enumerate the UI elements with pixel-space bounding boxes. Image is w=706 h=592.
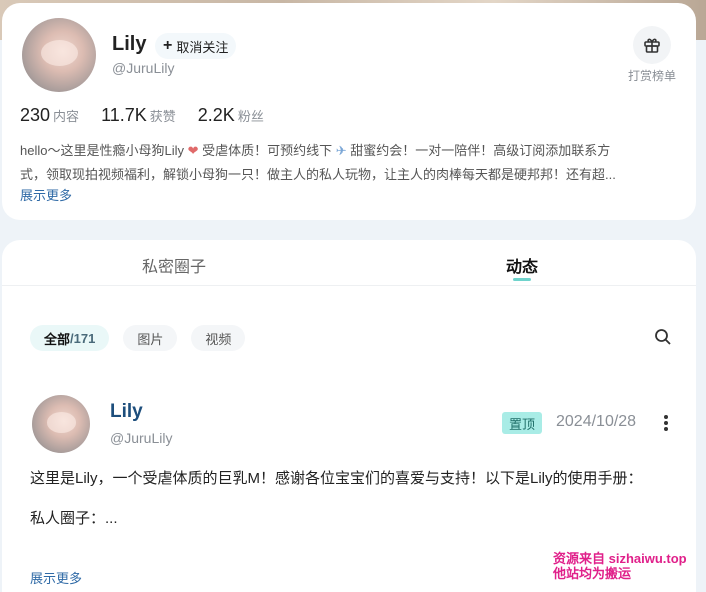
filter-images[interactable]: 图片: [123, 325, 178, 351]
filter-videos[interactable]: 视频: [191, 325, 246, 351]
post-avatar[interactable]: [32, 395, 90, 453]
stat-value: 2.2K: [197, 105, 235, 125]
profile-bio: hello～这里是性瘾小母狗Lily ❤ 受虐体质！可预约线下 ✈ 甜蜜约会！一…: [20, 139, 670, 187]
tab-bar: 私密圈子 动态: [2, 240, 696, 286]
show-more-link[interactable]: 展示更多: [20, 185, 72, 204]
active-tab-indicator: [513, 278, 531, 281]
stat-content[interactable]: 230 内容: [20, 105, 79, 126]
more-vertical-icon: [664, 415, 668, 431]
post-text: 私人圈子：...: [30, 510, 118, 527]
content-card: 私密圈子 动态 全部/171 图片 视频 Lily @JuruLily 置顶 2…: [2, 240, 696, 592]
watermark-line: 资源来自 sizhaiwu.top: [553, 551, 687, 566]
post-show-more-link[interactable]: 展示更多: [30, 568, 82, 587]
bio-line: 式，领取现拍视频福利，解锁小母狗一只！做主人的私人玩物，让主人的肉棒每天都是硬邦…: [20, 167, 616, 182]
profile-card: Lily + 取消关注 @JuruLily 打赏榜单 230 内容 11.7K …: [2, 3, 696, 220]
post-body: 这里是Lily，一个受虐体质的巨乳M！感谢各位宝宝们的喜爱与支持！以下是Lily…: [30, 468, 670, 530]
stat-followers[interactable]: 2.2K 粉丝: [198, 105, 264, 126]
profile-name: Lily: [112, 33, 147, 55]
airplane-icon: ✈: [332, 143, 351, 158]
stat-value: 230: [20, 105, 51, 125]
bio-line: hello～这里是性瘾小母狗Lily ❤ 受虐体质！可预约线下 ✈ 甜蜜约会！一…: [20, 139, 670, 163]
post-text: 这里是Lily，一个受虐体质的巨乳M！感谢各位宝宝们的喜爱与支持！以下是Lily…: [30, 470, 643, 487]
profile-handle: @JuruLily: [112, 60, 175, 76]
search-button[interactable]: [654, 328, 672, 351]
unfollow-label: 取消关注: [176, 39, 229, 55]
plus-icon: +: [163, 37, 173, 54]
filter-chips: 全部/171 图片 视频: [30, 325, 246, 351]
watermark-line: 他站均为搬运: [553, 566, 632, 581]
pinned-badge: 置顶: [502, 412, 543, 434]
tab-feed[interactable]: 动态: [506, 253, 538, 277]
gift-ranking-label[interactable]: 打赏榜单: [624, 67, 680, 84]
watermark: 资源来自 sizhaiwu.top 他站均为搬运: [553, 551, 687, 581]
filter-all-count: /171: [70, 330, 96, 346]
search-icon: [655, 329, 671, 345]
stat-label: 内容: [53, 109, 80, 124]
bio-text: 受虐体质！可预约线下: [202, 143, 333, 158]
profile-stats: 230 内容 11.7K 获赞 2.2K 粉丝: [20, 105, 264, 126]
gift-button[interactable]: [633, 26, 671, 64]
stat-value: 11.7K: [101, 105, 147, 125]
stat-label: 获赞: [149, 109, 176, 124]
stat-label: 粉丝: [237, 109, 264, 124]
gift-icon: [644, 38, 660, 53]
filter-all-label: 全部: [44, 331, 71, 347]
post-author-handle: @JuruLily: [110, 430, 173, 446]
filter-all[interactable]: 全部/171: [30, 325, 110, 351]
bio-text: 甜蜜约会！一对一陪伴！高级订阅添加联系方: [350, 143, 611, 158]
bio-text: hello～这里是性瘾小母狗Lily: [20, 143, 184, 158]
post-date: 2024/10/28: [556, 413, 637, 430]
post-menu-button[interactable]: [658, 412, 674, 434]
unfollow-button[interactable]: + 取消关注: [155, 33, 237, 59]
stat-likes[interactable]: 11.7K 获赞: [101, 105, 176, 126]
tab-private-circle[interactable]: 私密圈子: [142, 253, 206, 277]
post-author-name[interactable]: Lily: [110, 401, 143, 423]
heart-icon: ❤: [183, 143, 203, 158]
avatar[interactable]: [22, 18, 96, 92]
